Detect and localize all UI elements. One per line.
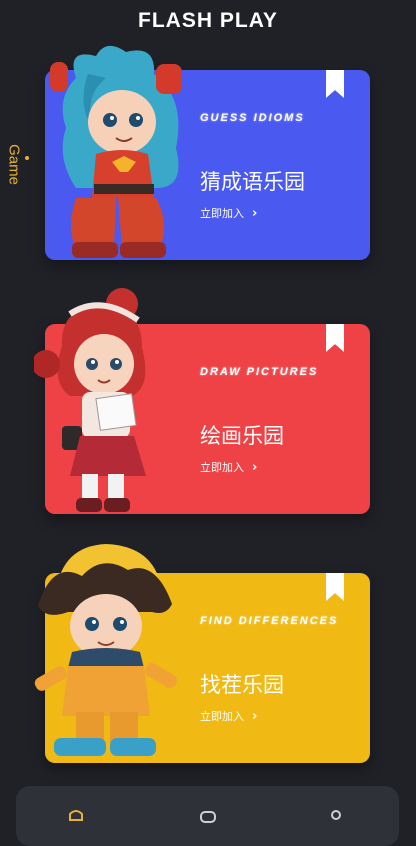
bookmark-icon	[326, 70, 344, 98]
chat-icon[interactable]	[198, 806, 218, 826]
character-blue-hair-boy	[50, 45, 182, 258]
card-chinese-title: 找茬乐园	[200, 673, 284, 697]
card-chinese-title: 猜成语乐园	[200, 170, 305, 194]
join-link[interactable]: 立即加入 ›	[200, 459, 257, 475]
card-english-title: GUESS IDIOMS	[196, 112, 311, 124]
card-chinese-title: 绘画乐园	[200, 424, 284, 448]
card-english-title: FIND DIFFERENCES	[195, 615, 345, 627]
side-tab-game[interactable]: Game	[0, 128, 29, 198]
profile-icon[interactable]	[326, 806, 346, 826]
side-tab-label: Game	[5, 144, 23, 185]
chevron-right-icon: ›	[252, 459, 258, 475]
join-label: 立即加入	[200, 710, 244, 723]
join-label: 立即加入	[200, 461, 244, 474]
character-helmet-boy	[34, 544, 177, 756]
join-link[interactable]: 立即加入 ›	[200, 708, 257, 724]
join-label: 立即加入	[200, 207, 244, 220]
join-link[interactable]: 立即加入 ›	[200, 205, 257, 221]
game-controller-icon[interactable]	[66, 806, 86, 826]
character-red-hair-girl	[34, 288, 146, 512]
chevron-right-icon: ›	[252, 708, 258, 724]
chevron-right-icon: ›	[252, 205, 258, 221]
bookmark-icon	[326, 324, 344, 352]
active-dot	[25, 156, 29, 160]
bottom-nav	[16, 786, 399, 846]
card-english-title: DRAW PICTURES	[195, 366, 325, 378]
app-title: FLASH PLAY	[138, 9, 278, 32]
bookmark-icon	[326, 573, 344, 601]
